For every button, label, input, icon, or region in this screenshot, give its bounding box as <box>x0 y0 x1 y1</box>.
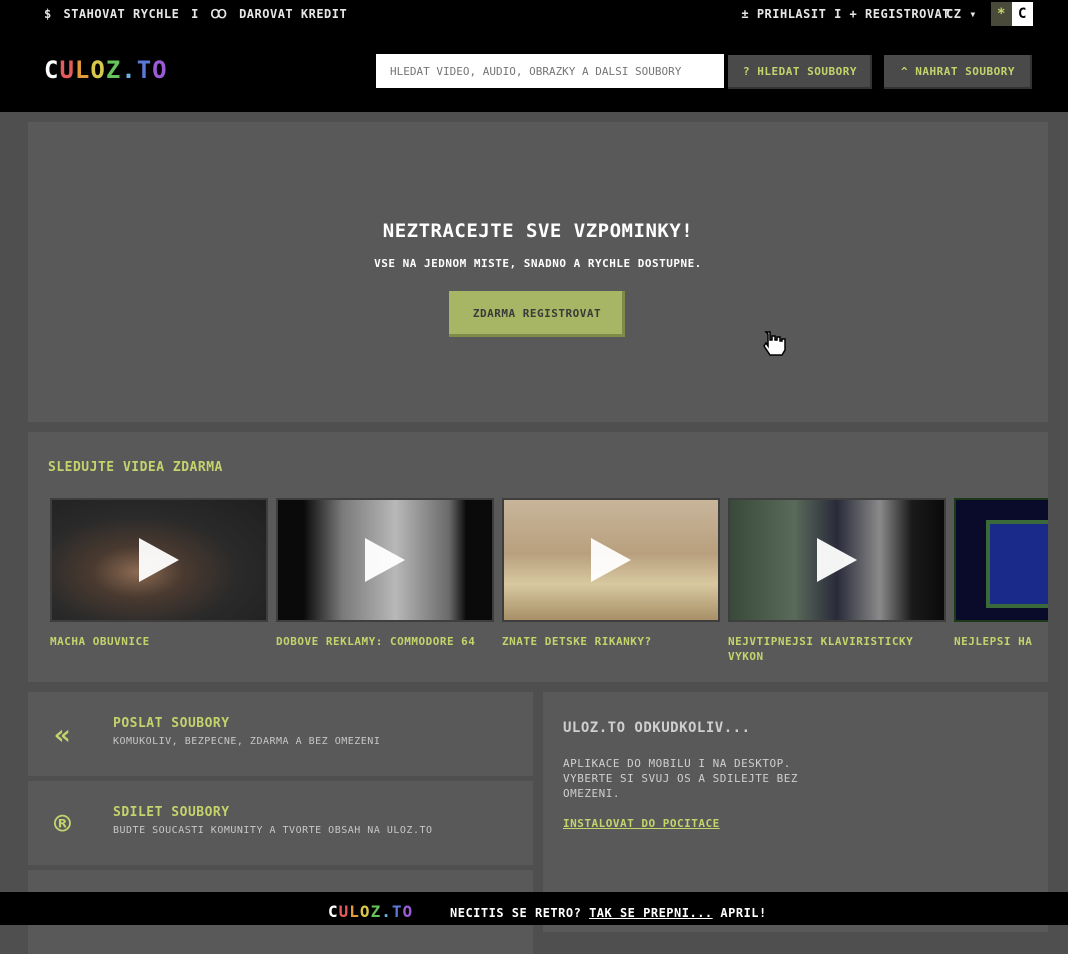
download-fast-link[interactable]: STAHOVAT RYCHLE <box>63 7 179 21</box>
video-title[interactable]: ZNATE DETSKE RIKANKY? <box>502 634 720 649</box>
retro-question: NECITIS SE RETRO? <box>450 906 582 920</box>
search-input[interactable] <box>376 54 724 88</box>
video-card[interactable]: DOBOVE REKLAMY: COMMODORE 64 <box>276 498 494 649</box>
video-title[interactable]: DOBOVE REKLAMY: COMMODORE 64 <box>276 634 494 649</box>
send-files-title[interactable]: POSLAT SOUBORY <box>113 716 230 731</box>
logo-c: C <box>328 902 339 921</box>
install-desktop-link[interactable]: INSTALOVAT DO POCITACE <box>563 817 720 830</box>
retro-footer-banner: CULOZ.TO NECITIS SE RETRO? TAK SE PREPNI… <box>0 892 1068 925</box>
theme-toggle[interactable]: * C <box>991 2 1033 26</box>
apps-title: ULOZ.TO ODKUDKOLIV... <box>563 720 751 736</box>
separator: I <box>191 7 199 21</box>
donate-credit-link[interactable]: DAROVAT KREDIT <box>239 7 347 21</box>
play-icon <box>139 538 179 582</box>
video-title[interactable]: MACHA OBUVNICE <box>50 634 268 649</box>
dollar-icon: $ <box>44 7 52 21</box>
logo-c: C <box>44 56 60 84</box>
play-icon <box>591 538 631 582</box>
login-icon: ± <box>741 7 750 21</box>
upload-button[interactable]: ^ NAHRAT SOUBORY <box>884 55 1032 89</box>
videos-section: SLEDUJTE VIDEA ZDARMA MACHA OBUVNICE DOB… <box>28 432 1048 682</box>
search-button[interactable]: ? HLEDAT SOUBORY <box>728 55 872 89</box>
top-bar: $ STAHOVAT RYCHLE I ꝏ DAROVAT KREDIT ± P… <box>0 0 1068 112</box>
video-card[interactable]: NEJVTIPNEJSI KLAVIRISTICKY VYKON <box>728 498 946 664</box>
video-card[interactable]: MACHA OBUVNICE <box>50 498 268 649</box>
video-card[interactable]: NEJLEPSI HA <box>954 498 1048 649</box>
register-icon: + <box>849 7 858 21</box>
share-files-card[interactable]: ® SDILET SOUBORY BUDTE SOUCASTI KOMUNITY… <box>28 781 533 865</box>
video-thumbnail[interactable] <box>50 498 268 622</box>
hero-subtitle: VSE NA JEDNOM MISTE, SNADNO A RYCHLE DOS… <box>374 257 702 270</box>
footer-logo[interactable]: CULOZ.TO <box>328 902 413 921</box>
share-files-subtitle: BUDTE SOUCASTI KOMUNITY A TVORTE OBSAH N… <box>113 825 433 836</box>
login-link[interactable]: PRIHLASIT <box>757 7 827 21</box>
switch-theme-link[interactable]: TAK SE PREPNI... <box>589 906 713 920</box>
video-thumbnail[interactable] <box>276 498 494 622</box>
apps-description: APLIKACE DO MOBILU I NA DESKTOP. VYBERTE… <box>563 757 799 800</box>
send-arrows-icon: « <box>54 718 72 751</box>
send-files-subtitle: KOMUKOLIV, BEZPECNE, ZDARMA A BEZ OMEZEN… <box>113 736 381 747</box>
dark-theme-option[interactable]: * <box>991 2 1012 26</box>
account-links: ± PRIHLASIT I + REGISTROVAT <box>741 7 950 21</box>
share-icon: ® <box>54 807 72 840</box>
hero-title: NEZTRACEJTE SVE VZPOMINKY! <box>382 220 694 242</box>
logo-text: ULOZ.TO <box>59 56 168 84</box>
play-icon <box>817 538 857 582</box>
video-card[interactable]: ZNATE DETSKE RIKANKY? <box>502 498 720 649</box>
retro-message: NECITIS SE RETRO? TAK SE PREPNI... APRIL… <box>450 906 767 920</box>
logo-text: ULOZ.TO <box>338 902 414 921</box>
language-label: CZ <box>946 7 962 21</box>
videos-title: SLEDUJTE VIDEA ZDARMA <box>48 460 223 475</box>
register-link[interactable]: REGISTROVAT <box>865 7 950 21</box>
language-select[interactable]: CZ ▾ <box>946 7 977 21</box>
promo-links: $ STAHOVAT RYCHLE I ꝏ DAROVAT KREDIT <box>44 7 351 21</box>
gift-icon: ꝏ <box>210 7 228 21</box>
register-free-button[interactable]: ZDARMA REGISTROVAT <box>449 291 625 337</box>
video-thumbnail[interactable] <box>728 498 946 622</box>
video-title[interactable]: NEJVTIPNEJSI KLAVIRISTICKY VYKON <box>728 634 946 664</box>
video-thumbnail[interactable] <box>502 498 720 622</box>
video-thumbnail[interactable] <box>954 498 1048 622</box>
send-files-card[interactable]: « POSLAT SOUBORY KOMUKOLIV, BEZPECNE, ZD… <box>28 692 533 776</box>
light-theme-option[interactable]: C <box>1012 2 1033 26</box>
separator: I <box>834 7 842 21</box>
hand-cursor-icon <box>763 331 786 356</box>
play-icon <box>365 538 405 582</box>
share-files-title[interactable]: SDILET SOUBORY <box>113 805 230 820</box>
april-text: APRIL! <box>720 906 767 920</box>
logo[interactable]: CULOZ.TO <box>44 56 168 84</box>
video-title[interactable]: NEJLEPSI HA <box>954 634 1048 649</box>
chevron-down-icon: ▾ <box>969 7 977 21</box>
hero-banner: NEZTRACEJTE SVE VZPOMINKY! VSE NA JEDNOM… <box>28 122 1048 422</box>
